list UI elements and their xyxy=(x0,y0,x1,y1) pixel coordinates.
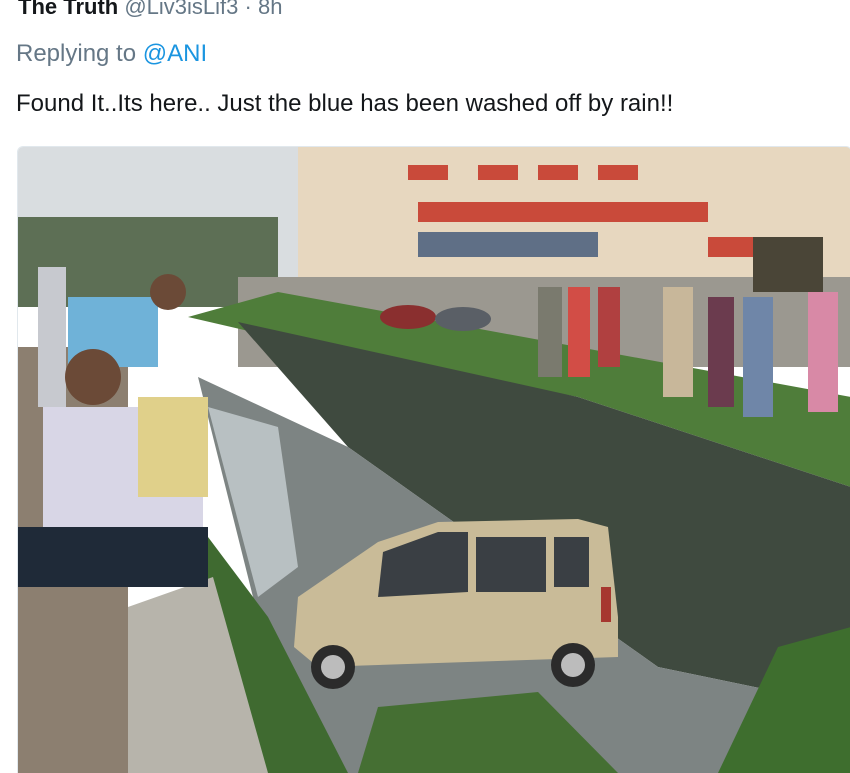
person-11 xyxy=(808,292,838,412)
shopfront xyxy=(418,232,598,257)
car-hubcap-front xyxy=(321,655,345,679)
awning-2 xyxy=(478,165,518,180)
car-window-rear xyxy=(554,537,589,587)
person-9 xyxy=(708,297,734,407)
person-1 xyxy=(38,267,66,407)
tweet-timestamp[interactable]: 8h xyxy=(258,0,282,19)
photo-illustration xyxy=(18,147,850,773)
person-6 xyxy=(568,287,590,377)
awning-3 xyxy=(538,165,578,180)
tweet-text: Found It..Its here.. Just the blue has b… xyxy=(16,90,674,117)
car-window-middle xyxy=(476,537,546,592)
motorbike-2 xyxy=(435,307,491,331)
awning-1 xyxy=(408,165,448,180)
author-handle[interactable]: @Liv3isLif3 xyxy=(124,0,238,19)
person-8 xyxy=(663,287,693,397)
car-taillight xyxy=(601,587,611,622)
truck xyxy=(753,237,823,292)
mention-link[interactable]: @ANI xyxy=(143,40,207,67)
replying-label: Replying to xyxy=(16,40,137,67)
person-10 xyxy=(743,297,773,417)
motorbike-1 xyxy=(380,305,436,329)
tweet-photo[interactable] xyxy=(17,146,850,773)
awning-4 xyxy=(598,165,638,180)
person-5 xyxy=(538,287,562,377)
tweet-header: The Truth @Liv3isLif3 · 8h xyxy=(18,0,282,20)
building-awning xyxy=(418,202,708,222)
replying-to: Replying to @ANI xyxy=(16,40,207,68)
bystanders-left xyxy=(18,267,208,587)
separator-dot: · xyxy=(244,0,252,19)
person-4 xyxy=(138,397,208,497)
person-3-trousers xyxy=(18,527,208,587)
car-hubcap-rear xyxy=(561,653,585,677)
person-2-head xyxy=(150,274,186,310)
awning-5 xyxy=(708,237,758,257)
person-7 xyxy=(598,287,620,367)
author-name[interactable]: The Truth xyxy=(18,0,118,19)
person-3-head xyxy=(65,349,121,405)
